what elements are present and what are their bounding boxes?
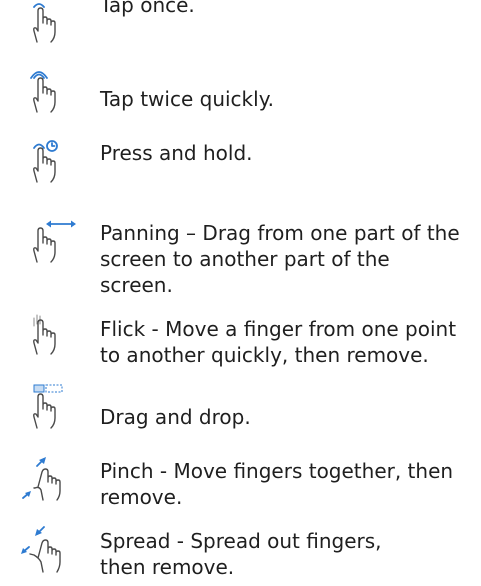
press-and-hold-hand-icon (20, 136, 84, 184)
flick-hand-icon (20, 310, 84, 358)
gesture-label-double-tap: Tap twice quickly. (100, 87, 275, 111)
drag-and-drop-hand-icon (20, 382, 84, 430)
pan-hand-icon (20, 218, 84, 266)
double-tap-hand-icon (20, 66, 84, 114)
gesture-label-press-hold: Press and hold. (100, 141, 253, 165)
gesture-label-pan: Panning – Drag from one part of the scre… (100, 221, 460, 297)
gesture-label-spread: Spread - Spread out fingers, then remove… (100, 529, 382, 579)
spread-hand-icon (20, 522, 84, 573)
gesture-label-drag-drop: Drag and drop. (100, 405, 251, 429)
pinch-hand-icon (20, 454, 84, 502)
tap-hand-icon (20, 0, 84, 46)
gesture-label-pinch: Pinch - Move fingers together, then remo… (100, 459, 454, 509)
gesture-label-tap: Tap once. (100, 0, 195, 17)
gesture-label-flick: Flick - Move a finger from one point to … (100, 317, 457, 367)
